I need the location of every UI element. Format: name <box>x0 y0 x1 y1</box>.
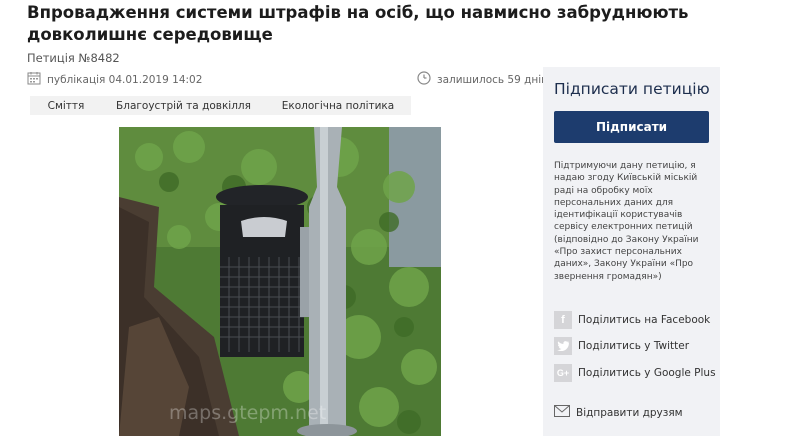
share-google-label: Поділитись у Google Plus <box>578 367 716 379</box>
remaining-time-text: залишилось 59 днів <box>437 73 548 86</box>
petition-number: Петиція №8482 <box>27 51 120 65</box>
send-to-friends-link[interactable]: Відправити друзям <box>554 405 683 420</box>
petition-title: Впровадження системи штрафів на осіб, що… <box>27 3 689 44</box>
twitter-icon <box>554 337 572 355</box>
sign-sidebar: Підписати петицію Підписати Підтримуючи … <box>543 67 720 436</box>
publication-date-text: публікація 04.01.2019 14:02 <box>47 73 203 86</box>
remaining-time: залишилось 59 днів <box>417 71 547 88</box>
calendar-icon <box>27 71 41 88</box>
sign-title: Підписати петицію <box>554 80 710 98</box>
tag-ecology-policy[interactable]: Екологічна політика <box>265 96 411 115</box>
sign-button[interactable]: Підписати <box>554 111 709 143</box>
mail-icon <box>554 405 570 420</box>
consent-text: Підтримуючи дану петицію, я надаю згоду … <box>554 161 699 282</box>
share-twitter-label: Поділитись у Twitter <box>578 340 690 352</box>
publication-date: публікація 04.01.2019 14:02 <box>27 71 202 88</box>
share-facebook-link[interactable]: f Поділитись на Facebook <box>554 311 710 329</box>
photo-watermark: maps.gtepm.net <box>169 402 326 424</box>
tag-improvement-environment[interactable]: Благоустрій та довкілля <box>102 96 265 115</box>
share-google-link[interactable]: G+ Поділитись у Google Plus <box>554 364 716 382</box>
send-to-friends-label: Відправити друзям <box>576 406 683 419</box>
clock-icon <box>417 71 431 88</box>
tag-rubbish[interactable]: Сміття <box>30 96 102 115</box>
petition-photo: maps.gtepm.net <box>119 127 441 436</box>
google-plus-icon: G+ <box>554 364 572 382</box>
share-twitter-link[interactable]: Поділитись у Twitter <box>554 337 689 355</box>
facebook-icon: f <box>554 311 572 329</box>
share-facebook-label: Поділитись на Facebook <box>578 314 711 326</box>
